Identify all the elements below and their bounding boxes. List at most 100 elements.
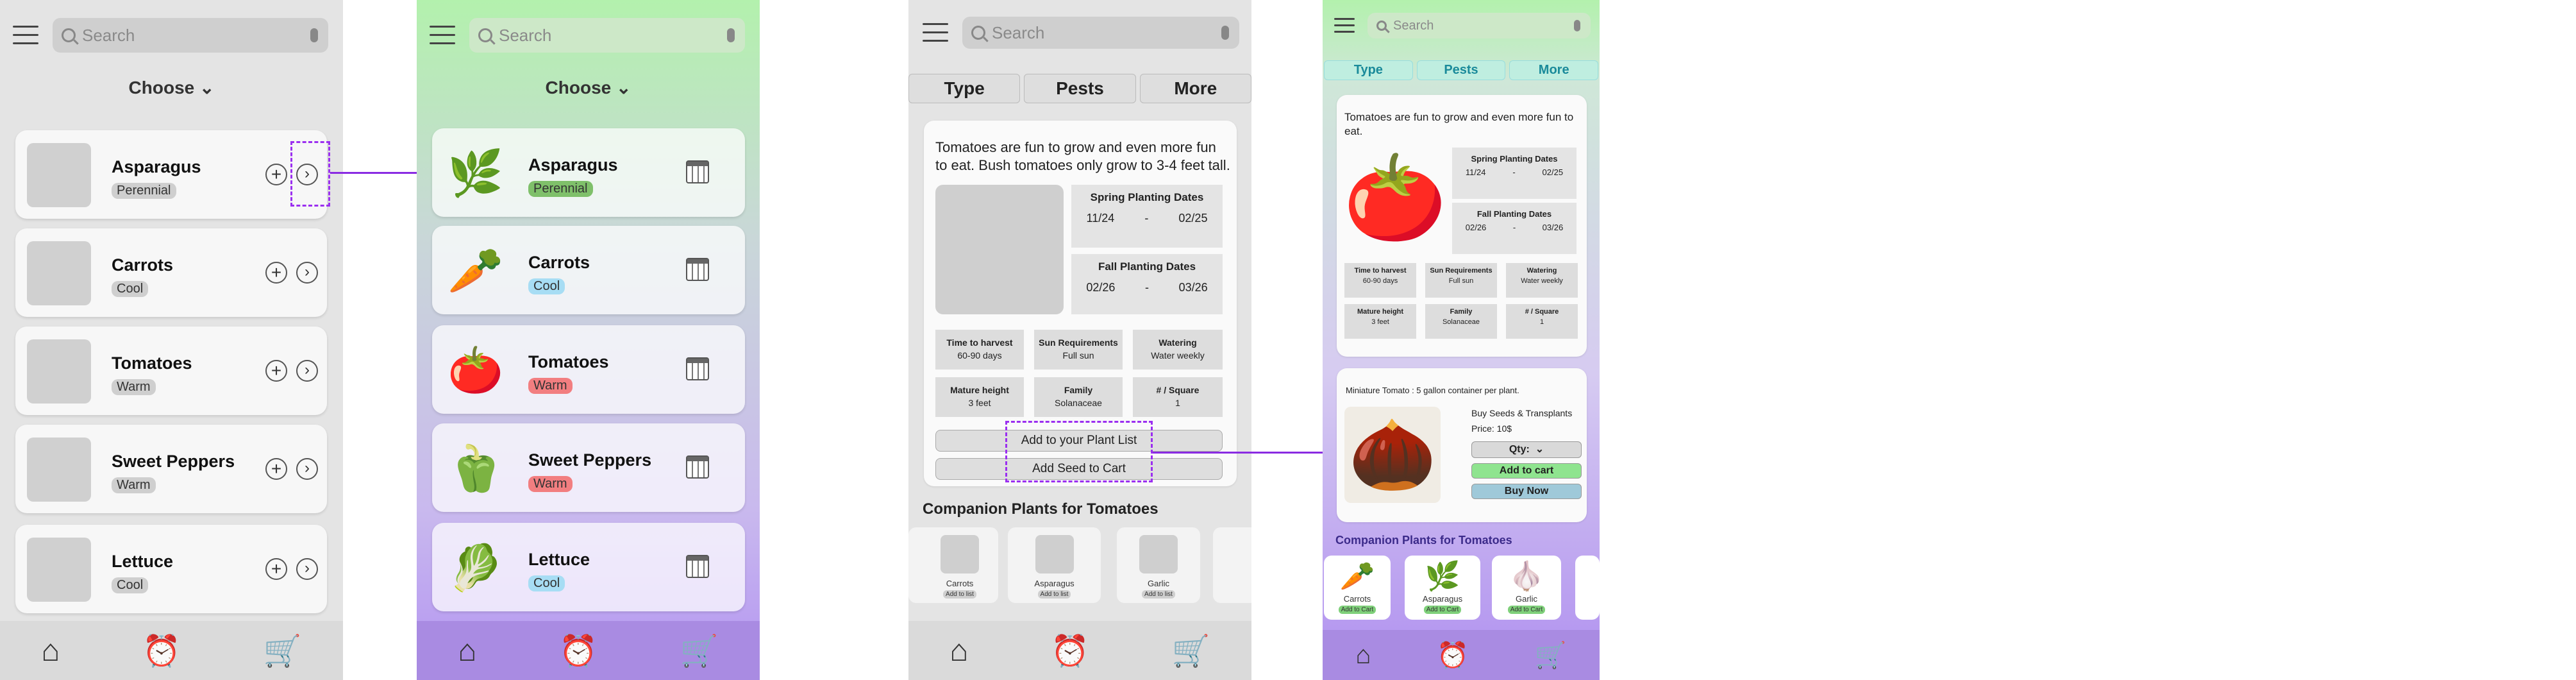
buy-now-button[interactable]: Buy Now xyxy=(1471,484,1582,499)
tab-pests[interactable]: Pests xyxy=(1024,74,1136,103)
add-icon[interactable]: + xyxy=(265,262,287,284)
add-icon[interactable]: + xyxy=(265,360,287,382)
search-input[interactable]: Search xyxy=(53,18,328,53)
search-icon xyxy=(1376,21,1387,31)
price-label: Price: 10$ xyxy=(1471,423,1512,434)
chevron-right-icon[interactable]: › xyxy=(296,360,318,382)
add-to-cart-button[interactable]: Add to Cart xyxy=(1507,606,1546,614)
home-icon[interactable]: ⌂ xyxy=(458,633,476,668)
cart-icon[interactable]: 🛒 xyxy=(263,633,302,669)
tab-more[interactable]: More xyxy=(1509,60,1599,80)
companion-image-placeholder xyxy=(1139,535,1178,574)
list-item[interactable]: 🥬 Lettuce Cool xyxy=(432,523,745,611)
fall-planting-dates: Fall Planting Dates 02/26 - 03/26 xyxy=(1071,254,1223,314)
search-icon xyxy=(478,28,492,42)
cart-icon[interactable]: 🛒 xyxy=(1172,633,1210,669)
add-icon[interactable]: + xyxy=(265,558,287,580)
choose-dropdown[interactable]: Choose ⌄ xyxy=(0,77,343,98)
home-icon[interactable]: ⌂ xyxy=(1355,641,1371,670)
hamburger-menu-icon[interactable] xyxy=(13,26,38,45)
list-item[interactable]: Asparagus Perennial + › xyxy=(15,130,327,219)
plant-tag: Perennial xyxy=(112,183,176,199)
hamburger-menu-icon[interactable] xyxy=(430,26,455,45)
fall-end: 03/26 xyxy=(1542,223,1564,232)
choose-dropdown[interactable]: Choose ⌄ xyxy=(417,77,760,98)
microphone-icon[interactable] xyxy=(1574,20,1580,31)
spring-end: 02/25 xyxy=(1542,167,1564,177)
add-icon[interactable]: + xyxy=(265,164,287,185)
calendar-icon[interactable] xyxy=(686,455,709,479)
home-icon[interactable]: ⌂ xyxy=(949,633,968,668)
microphone-icon[interactable] xyxy=(727,28,735,42)
category-tabs: Type Pests More xyxy=(908,74,1251,103)
cart-icon[interactable]: 🛒 xyxy=(680,633,719,669)
search-input[interactable]: Search xyxy=(962,17,1239,49)
calendar-icon[interactable] xyxy=(686,160,709,183)
search-input[interactable]: Search xyxy=(469,18,745,53)
list-item[interactable]: Carrots Cool + › xyxy=(15,228,327,317)
plant-tag: Warm xyxy=(112,477,156,493)
add-icon[interactable]: + xyxy=(265,458,287,480)
list-item[interactable]: 🌿 Asparagus Perennial xyxy=(432,128,745,217)
add-to-cart-button[interactable]: Add to Cart xyxy=(1423,606,1462,614)
microphone-icon[interactable] xyxy=(310,28,318,42)
home-icon[interactable]: ⌂ xyxy=(41,633,60,668)
stat-sun-requirements: Sun Requirements Full sun xyxy=(1034,330,1123,370)
list-item[interactable]: Lettuce Cool + › xyxy=(15,525,327,613)
alarm-clock-icon[interactable]: ⏰ xyxy=(1051,633,1089,669)
chevron-right-icon[interactable]: › xyxy=(296,458,318,480)
list-item[interactable]: 🍅 Tomatoes Warm xyxy=(432,325,745,414)
fall-start: 02/26 xyxy=(1465,223,1487,232)
plant-name: Sweet Peppers xyxy=(528,450,652,470)
hamburger-menu-icon[interactable] xyxy=(1334,18,1355,37)
tab-pests[interactable]: Pests xyxy=(1416,60,1506,80)
chevron-right-icon[interactable]: › xyxy=(296,262,318,284)
cart-icon[interactable]: 🛒 xyxy=(1535,640,1567,670)
add-to-list-button[interactable]: Add to list xyxy=(1037,590,1071,599)
tab-more[interactable]: More xyxy=(1139,74,1251,103)
list-item[interactable]: 🥕 Carrots Cool xyxy=(432,226,745,314)
companion-card[interactable]: 🥕 Carrots Add to Cart xyxy=(1324,556,1391,620)
microphone-icon[interactable] xyxy=(1221,26,1229,40)
companion-name: Garlic xyxy=(1516,594,1537,604)
plant-name: Lettuce xyxy=(528,550,590,569)
calendar-icon[interactable] xyxy=(686,258,709,281)
alarm-clock-icon[interactable]: ⏰ xyxy=(1437,640,1469,670)
companion-card[interactable]: 🧄 Garlic Add to Cart xyxy=(1492,556,1561,620)
calendar-icon[interactable] xyxy=(686,555,709,578)
bottom-nav: ⌂ ⏰ 🛒 xyxy=(1323,630,1600,680)
add-to-list-button[interactable]: Add to list xyxy=(1142,590,1175,599)
quantity-dropdown[interactable]: Qty: ⌄ xyxy=(1471,441,1582,458)
shop-panel: Miniature Tomato : 5 gallon container pe… xyxy=(1337,368,1587,522)
spring-planting-dates: Spring Planting Dates 11/24 - 02/25 xyxy=(1071,185,1223,248)
list-item[interactable]: Tomatoes Warm + › xyxy=(15,327,327,415)
screen-1-plant-list-wireframe: Search Choose ⌄ Asparagus Perennial + › … xyxy=(0,0,343,680)
list-item[interactable]: Sweet Peppers Warm + › xyxy=(15,425,327,513)
list-item[interactable]: 🫑 Sweet Peppers Warm xyxy=(432,423,745,512)
chevron-right-icon[interactable]: › xyxy=(296,558,318,580)
companion-card[interactable] xyxy=(1575,556,1600,620)
companion-card[interactable]: 🌿 Asparagus Add to Cart xyxy=(1405,556,1480,620)
companion-card[interactable]: Asparagus Add to list xyxy=(1008,527,1101,603)
add-to-cart-button[interactable]: Add to Cart xyxy=(1338,606,1376,614)
add-to-cart-button[interactable]: Add to cart xyxy=(1471,463,1582,479)
plant-image: 🥬 xyxy=(447,543,504,593)
date-separator: - xyxy=(1144,281,1149,294)
search-input[interactable]: Search xyxy=(1367,13,1591,38)
companion-card[interactable] xyxy=(1213,527,1251,603)
companion-name: Carrots xyxy=(946,579,974,588)
companion-card[interactable]: Carrots Add to list xyxy=(921,527,998,603)
plant-description: Tomatoes are fun to grow and even more f… xyxy=(935,139,1230,173)
alarm-clock-icon[interactable]: ⏰ xyxy=(559,633,598,669)
spring-dates-title: Spring Planting Dates xyxy=(1090,191,1204,203)
alarm-clock-icon[interactable]: ⏰ xyxy=(142,633,181,669)
bottom-nav: ⌂ ⏰ 🛒 xyxy=(417,621,760,680)
add-to-list-button[interactable]: Add to list xyxy=(943,590,976,599)
hamburger-menu-icon[interactable] xyxy=(923,23,948,42)
buy-seeds-label: Buy Seeds & Transplants xyxy=(1471,408,1573,418)
tab-type[interactable]: Type xyxy=(908,74,1021,103)
calendar-icon[interactable] xyxy=(686,357,709,380)
tab-type[interactable]: Type xyxy=(1324,60,1413,80)
search-placeholder: Search xyxy=(82,25,135,45)
companion-card[interactable]: Garlic Add to list xyxy=(1117,527,1200,603)
